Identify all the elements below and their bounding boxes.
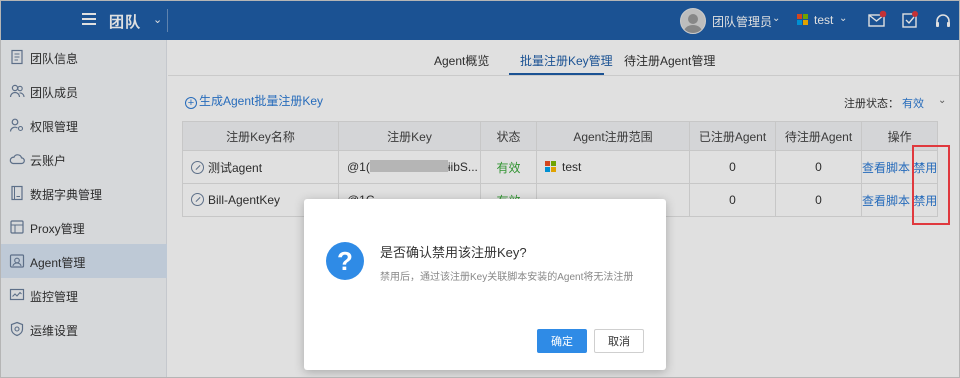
question-icon: ?	[326, 242, 364, 280]
dialog-description: 禁用后，通过该注册Key关联脚本安装的Agent将无法注册	[380, 272, 634, 283]
confirm-dialog: ? 是否确认禁用该注册Key? 禁用后，通过该注册Key关联脚本安装的Agent…	[304, 199, 666, 370]
app-window: 团队 ⌄ 团队管理员 ⌄ test ⌄ 团队信息 团队成员 权限管理 云账户 数…	[0, 0, 960, 378]
confirm-button[interactable]: 确定	[537, 329, 587, 353]
dialog-title: 是否确认禁用该注册Key?	[380, 245, 527, 260]
cancel-button[interactable]: 取消	[594, 329, 644, 353]
